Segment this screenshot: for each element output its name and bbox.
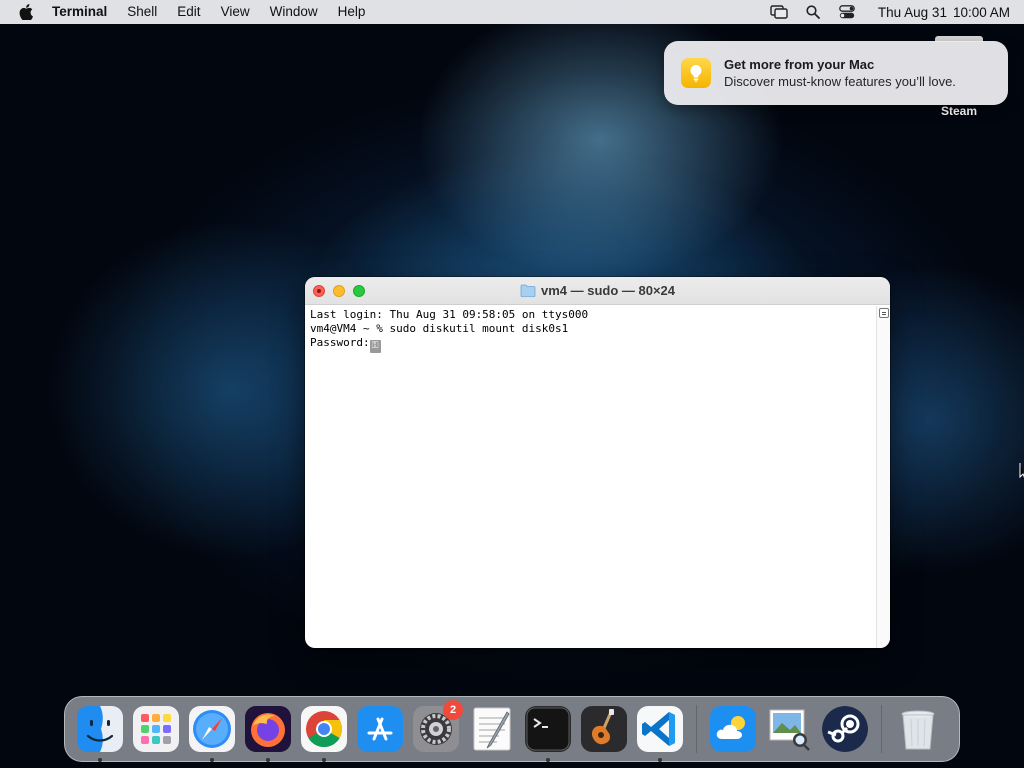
desktop-icon-label: Steam [940,104,978,118]
dock-firefox[interactable] [240,701,296,762]
clock-time: 10:00 AM [952,4,1010,20]
notification-title: Get more from your Mac [724,57,875,72]
password-prompt: Password: [310,336,370,349]
clock-date: Thu Aug 31 [877,4,947,20]
dock-weather[interactable] [705,701,761,757]
app-store-icon [357,706,403,752]
folder-icon [520,284,536,297]
dock-vscode[interactable] [632,701,688,762]
control-center-icon[interactable] [830,0,864,24]
preview-icon [766,706,812,752]
tips-lightbulb-icon [681,58,711,88]
spotlight-search-icon[interactable] [796,0,830,24]
trash-icon [895,706,941,752]
traffic-lights [313,285,373,297]
menu-extras: Thu Aug 31 10:00 AM [762,0,1024,24]
running-indicator [546,758,550,762]
dock-safari[interactable] [184,701,240,762]
weather-icon [710,706,756,752]
firefox-icon [245,706,291,752]
safari-icon [189,706,235,752]
terminal-output[interactable]: Last login: Thu Aug 31 09:58:05 on ttys0… [305,306,878,648]
minimize-button[interactable] [333,285,345,297]
maximize-button[interactable] [353,285,365,297]
terminal-scrollbar[interactable] [876,306,890,648]
dock-steam[interactable] [817,701,873,757]
dock-finder[interactable] [72,701,128,762]
password-key-cursor-icon: ⚿ [369,340,381,353]
dock: 2 [64,696,960,762]
window-title-text: vm4 — sudo — 80×24 [540,283,676,298]
garageband-icon [581,706,627,752]
terminal-line: Last login: Thu Aug 31 09:58:05 on ttys0… [310,308,589,321]
window-title: vm4 — sudo — 80×24 [520,283,675,298]
running-indicator [98,758,102,762]
dock-terminal[interactable] [520,701,576,762]
window-titlebar[interactable]: vm4 — sudo — 80×24 [305,277,890,305]
menu-view[interactable]: View [211,0,260,24]
dock-textedit[interactable] [464,701,520,757]
split-pane-icon[interactable] [879,308,889,318]
notification-body: Discover must-know features you’ll love. [724,74,956,89]
terminal-window[interactable]: vm4 — sudo — 80×24 Last login: Thu Aug 3… [305,277,890,648]
menu-window[interactable]: Window [260,0,328,24]
dock-system-settings[interactable]: 2 [408,700,464,757]
dock-app-store[interactable] [352,701,408,757]
notification-badge: 2 [443,700,463,720]
mouse-pointer-icon [1018,462,1024,485]
running-indicator [658,758,662,762]
dock-chrome[interactable] [296,701,352,762]
menu-app-name[interactable]: Terminal [52,0,117,24]
apple-menu[interactable] [0,4,52,20]
close-button[interactable] [313,285,325,297]
menu-clock[interactable]: Thu Aug 31 10:00 AM [864,5,1010,20]
running-indicator [322,758,326,762]
menu-shell[interactable]: Shell [117,0,167,24]
dock-preview[interactable] [761,701,817,757]
dock-launchpad[interactable] [128,701,184,757]
menu-edit[interactable]: Edit [167,0,210,24]
running-indicator [210,758,214,762]
vscode-icon [637,706,683,752]
notification-banner[interactable]: Get more from your Mac Discover must-kno… [664,41,1008,105]
terminal-line: Password: ⚿ [310,336,873,353]
textedit-icon [469,706,515,752]
dock-trash[interactable] [890,701,946,757]
terminal-line: vm4@VM4 ~ % sudo diskutil mount disk0s1 [310,322,569,335]
apple-icon [19,4,33,20]
menu-bar: Terminal Shell Edit View Window Help Thu… [0,0,1024,24]
running-indicator [266,758,270,762]
menu-help[interactable]: Help [328,0,376,24]
screen-mirroring-icon[interactable] [762,0,796,24]
chrome-icon [301,706,347,752]
dock-garageband[interactable] [576,701,632,757]
finder-icon [77,706,123,752]
dock-separator [881,705,882,753]
steam-icon [822,706,868,752]
terminal-icon [525,706,571,752]
launchpad-icon [133,706,179,752]
dock-separator [696,705,697,753]
